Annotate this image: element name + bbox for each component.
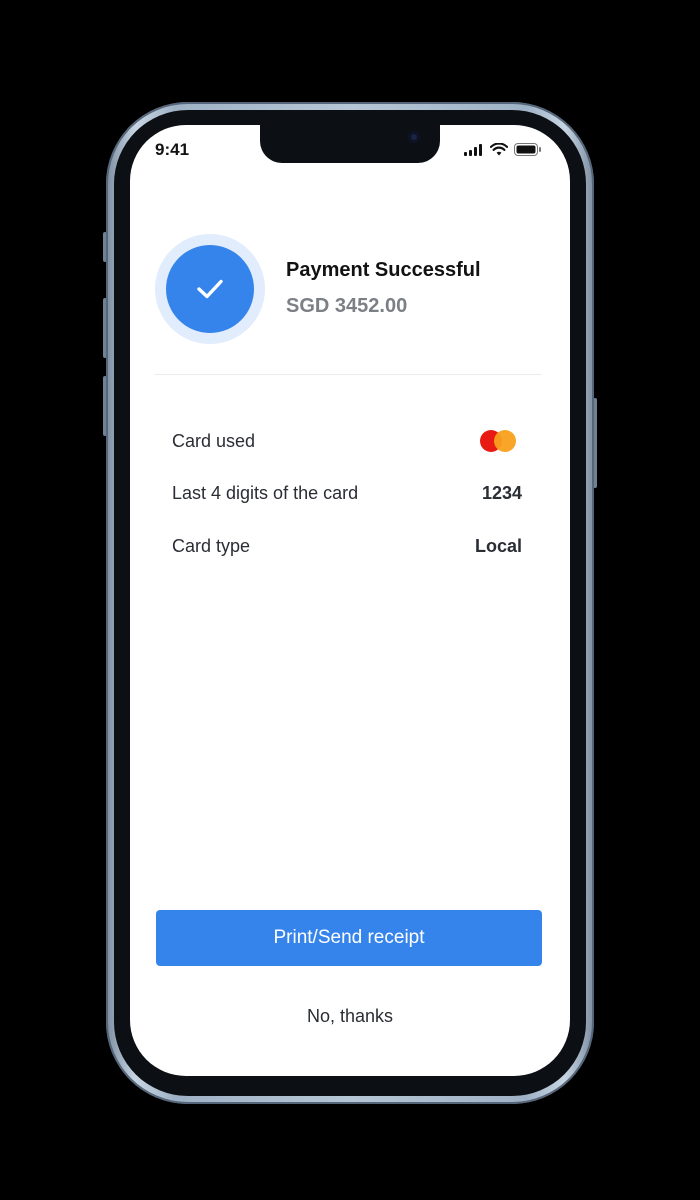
- detail-value: 1234: [481, 482, 522, 503]
- notch: [260, 125, 440, 163]
- mastercard-orange-circle: [494, 430, 516, 452]
- payment-status-title: Payment Successful: [286, 259, 481, 281]
- detail-label: Last 4 digits of the card: [172, 482, 359, 503]
- wifi-icon: [490, 143, 508, 156]
- success-circle: [166, 245, 254, 333]
- print-send-receipt-button[interactable]: Print/Send receipt: [156, 910, 542, 966]
- no-thanks-button[interactable]: No, thanks: [250, 998, 450, 1034]
- detail-label: Card type: [172, 535, 251, 556]
- detail-label: Card used: [172, 430, 256, 451]
- check-icon: [197, 279, 223, 299]
- detail-row-card-used: Card used: [172, 426, 522, 456]
- front-camera: [408, 131, 420, 143]
- battery-icon: [514, 143, 541, 156]
- divider: [154, 374, 542, 375]
- detail-row-last-digits: Last 4 digits of the card 1234: [172, 478, 522, 508]
- cellular-signal-icon: [464, 143, 482, 156]
- phone-screen: 9:41 Payment Successful SGD 3452.00 Card…: [130, 125, 570, 1076]
- success-status-badge: [155, 234, 265, 344]
- status-icons: [464, 143, 542, 156]
- mastercard-logo-icon: [480, 429, 518, 453]
- status-time: 9:41: [155, 140, 190, 159]
- payment-amount: SGD 3452.00: [286, 295, 408, 317]
- detail-value: Local: [474, 535, 522, 556]
- detail-row-card-type: Card type Local: [172, 531, 522, 561]
